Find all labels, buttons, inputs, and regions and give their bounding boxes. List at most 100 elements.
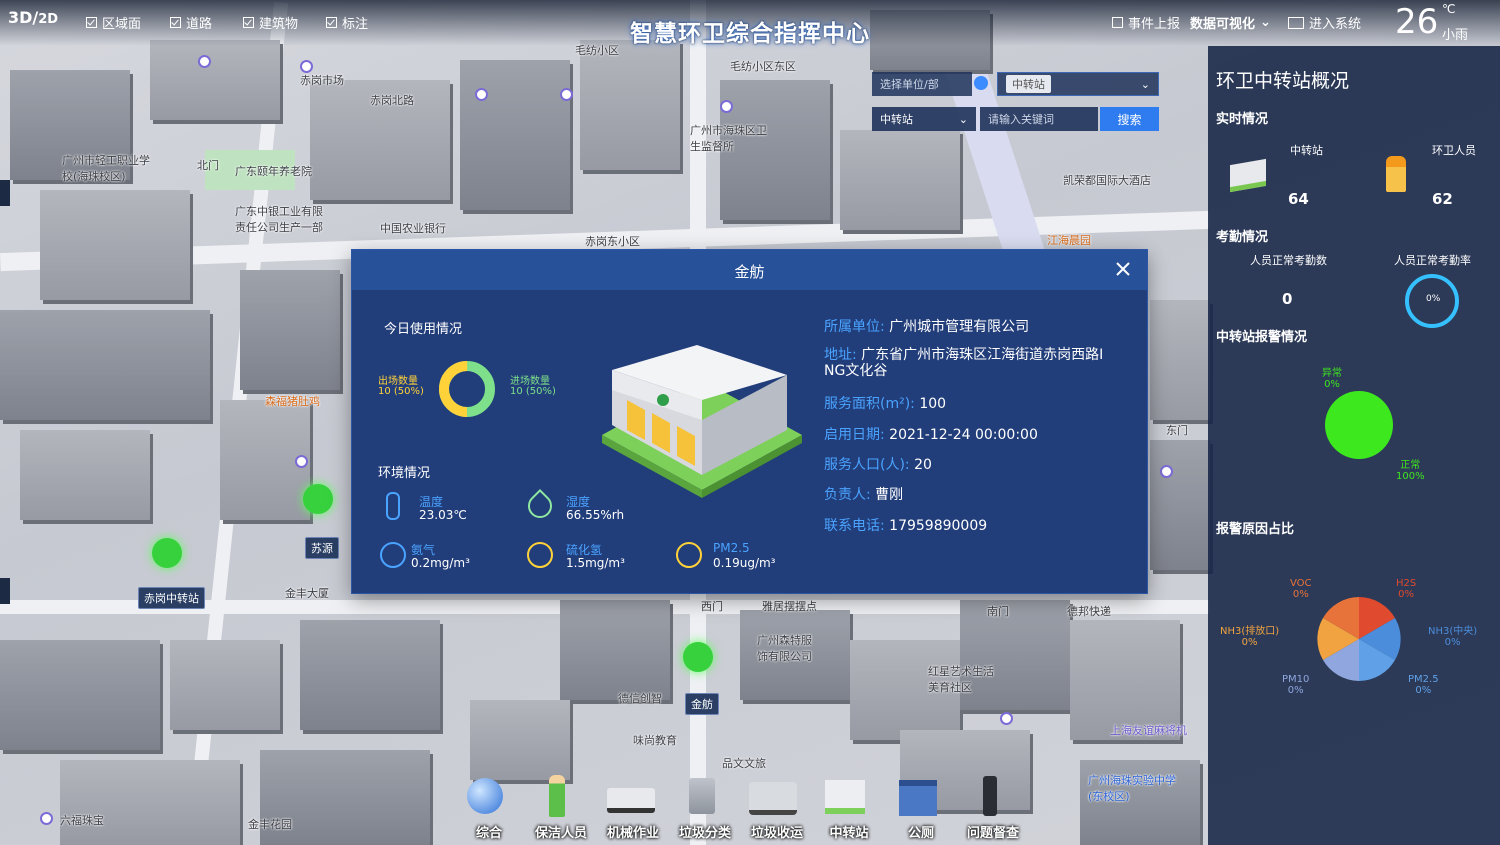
worker-icon (1386, 156, 1406, 192)
info-date: 启用日期: 2021-12-24 00:00:00 (824, 427, 1038, 443)
map-label: 赤岗市场 (300, 74, 344, 87)
map-label: 北门 (197, 159, 219, 172)
top-bar: 3D/2D 区域面 道路 建筑物 标注 智慧环卫综合指挥中心 事件上报 数据可视… (0, 0, 1500, 47)
pm25-icon (676, 542, 702, 568)
panel-title: 环卫中转站概况 (1216, 70, 1350, 92)
weather-text: 小雨 (1442, 28, 1469, 43)
dock-item-overview[interactable]: 综合 (455, 770, 523, 845)
map-label: 广州市轻工职业学校(海珠校区) (62, 154, 150, 183)
garbage-truck-icon (749, 782, 797, 815)
cleaner-icon (549, 775, 565, 817)
nh3-icon (380, 542, 406, 568)
type-select[interactable]: 中转站 ⌄ (872, 107, 976, 131)
out-count-label: 出场数量 10 (50%) (378, 376, 424, 397)
map-label: 广东中银工业有限责任公司生产一部 (235, 205, 323, 234)
attendance-rate-value: 0% (1426, 294, 1441, 304)
map-label: 上海友谊麻将机 (1110, 724, 1187, 737)
modal-title: 金舫 (734, 263, 765, 281)
station-count-label: 中转站 (1290, 144, 1323, 157)
filter-chip[interactable]: 中转站 (1006, 75, 1051, 93)
reason-pm10: PM10 0% (1282, 674, 1310, 696)
transfer-station-illustration (602, 345, 802, 498)
alarm-normal-label: 正常 100% (1396, 460, 1425, 482)
info-unit: 所属单位: 广州城市管理有限公司 (824, 319, 1030, 335)
map-label: 红星艺术生活美育社区 (928, 665, 994, 694)
dock-item-sorting[interactable]: 垃圾分类 (671, 770, 739, 845)
humidity-icon (523, 489, 557, 523)
map-label: 德邦快递 (1067, 605, 1111, 618)
reason-heading: 报警原因占比 (1216, 522, 1295, 537)
staff-count-value: 62 (1432, 190, 1453, 208)
map-label: 味尚教育 (633, 734, 677, 747)
location-icon[interactable] (974, 76, 988, 90)
info-phone: 联系电话: 17959890009 (824, 518, 988, 534)
map-label: 凯荣都国际大酒店 (1063, 174, 1151, 187)
map-label: 中国农业银行 (380, 222, 446, 235)
map-label: 江海晨园 (1047, 234, 1091, 247)
info-leader: 负责人: 曹刚 (824, 487, 904, 503)
dock-item-toilet[interactable]: 公厕 (887, 770, 955, 845)
usage-donut (439, 361, 495, 417)
attendance-rate-label: 人员正常考勤率 (1394, 254, 1471, 267)
poi-marker[interactable] (295, 455, 308, 468)
alarm-abnormal-label: 异常 0% (1322, 368, 1342, 390)
env-nh3-value: 0.2mg/m³ (411, 556, 470, 570)
map-label: 德信创智 (618, 692, 662, 705)
station-label-jinfang[interactable]: 金舫 (685, 693, 719, 715)
map-label: 品文文旅 (722, 757, 766, 770)
poi-marker[interactable] (1160, 465, 1173, 478)
map-label: 东门 (1166, 424, 1188, 437)
info-area: 服务面积(m²): 100 (824, 396, 947, 412)
env-heading: 环境情况 (378, 466, 431, 481)
poi-marker[interactable] (40, 812, 53, 825)
dock-item-collection[interactable]: 垃圾收运 (743, 770, 811, 845)
bottom-dock: 综合 保洁人员 机械作业 垃圾分类 垃圾收运 中转站 公厕 问题督查 (455, 770, 1030, 845)
type-filter[interactable]: 中转站 ⌄ (997, 72, 1159, 96)
map-label: 广州海珠实验中学(东校区) (1088, 774, 1176, 803)
map-label: 森福猪肚鸡 (265, 395, 320, 408)
collapse-arrow-icon[interactable] (0, 180, 10, 206)
env-temp-value: 23.03℃ (419, 508, 467, 522)
station-marker-jinfang[interactable] (683, 642, 713, 672)
map-label: 赤岗北路 (370, 94, 414, 107)
close-icon[interactable] (1114, 260, 1132, 278)
chevron-down-icon: ⌄ (1140, 77, 1150, 91)
reason-pie (1317, 597, 1401, 681)
poi-marker[interactable] (720, 100, 733, 113)
poi-marker[interactable] (560, 88, 573, 101)
enter-system-button[interactable]: 进入系统 (1288, 13, 1361, 32)
keyword-input[interactable]: 请输入关键词 (980, 107, 1098, 131)
dock-item-machinery[interactable]: 机械作业 (599, 770, 667, 845)
poi-marker[interactable] (198, 55, 211, 68)
dock-item-inspection[interactable]: 问题督查 (959, 770, 1027, 845)
map-label: 金丰大厦 (285, 587, 329, 600)
right-panel: 环卫中转站概况 实时情况 中转站 64 环卫人员 62 考勤情况 人员正常考勤数… (1208, 46, 1500, 845)
toilet-building-icon (899, 780, 937, 816)
realtime-heading: 实时情况 (1216, 112, 1269, 127)
poi-marker[interactable] (475, 88, 488, 101)
env-pm-label: PM2.5 (713, 541, 750, 555)
dock-item-transfer-station[interactable]: 中转站 (815, 770, 883, 845)
reason-pm25: PM2.5 0% (1408, 674, 1439, 696)
reason-voc: VOC 0% (1290, 578, 1312, 600)
station-label-chigang[interactable]: 赤岗中转站 (138, 587, 205, 609)
thermometer-icon (386, 492, 400, 520)
station-label-suyuan[interactable]: 苏源 (305, 537, 339, 559)
collapse-arrow-icon[interactable] (0, 578, 10, 604)
map-label: 六福珠宝 (60, 814, 104, 827)
page-title: 智慧环卫综合指挥中心 (630, 21, 870, 47)
poi-marker[interactable] (300, 60, 313, 73)
station-marker-suyuan[interactable] (303, 484, 333, 514)
dock-item-cleaners[interactable]: 保洁人员 (527, 770, 595, 845)
in-count-label: 进场数量 10 (50%) (510, 376, 556, 397)
search-button[interactable]: 搜索 (1100, 107, 1159, 131)
reason-nh3-outlet: NH3(排放口) 0% (1220, 626, 1280, 648)
station-marker-chigang[interactable] (152, 538, 182, 568)
poi-marker[interactable] (1000, 712, 1013, 725)
checkbox-icon (1112, 17, 1123, 28)
event-report-toggle[interactable]: 事件上报 (1112, 13, 1180, 32)
chevron-down-icon: ⌄ (958, 112, 968, 126)
data-viz-dropdown[interactable]: 数据可视化 ⌄ (1190, 13, 1271, 32)
unit-select[interactable]: 选择单位/部 (872, 72, 972, 96)
attendance-normal-value: 0 (1282, 290, 1293, 308)
